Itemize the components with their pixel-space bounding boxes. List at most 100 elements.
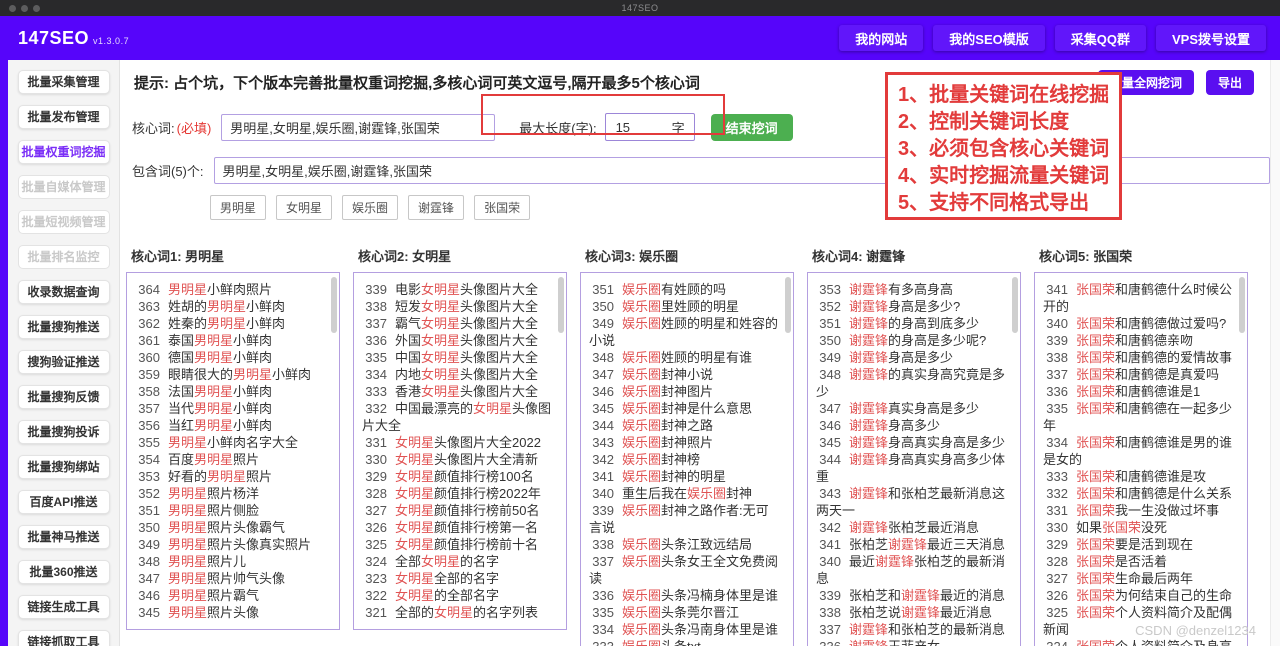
keyword-row: 322 女明星的全部名字 xyxy=(362,587,554,604)
keyword-suffix: 身高真实身高多少体重 xyxy=(816,452,1006,484)
keyword-highlight: 张国荣 xyxy=(1076,554,1116,569)
keyword-suffix: 封神是什么意思 xyxy=(661,401,753,416)
keyword-prefix: 张柏芝说 xyxy=(849,605,902,620)
keyword-highlight: 谢霆锋 xyxy=(849,418,889,433)
column-list-2[interactable]: 351 娱乐圈有姓顾的吗 350 娱乐圈里姓顾的明星 349 娱乐圈姓顾的明星和姓容的小说… xyxy=(580,272,794,646)
keyword-highlight: 男明星 xyxy=(168,282,208,297)
keyword-highlight: 张国荣 xyxy=(1076,571,1116,586)
keyword-row: 339 电影女明星头像图片大全 xyxy=(362,281,554,298)
sidebar-item-1[interactable]: 批量发布管理 xyxy=(17,105,110,129)
list-scrollbar-thumb[interactable] xyxy=(331,277,337,333)
sidebar-item-6[interactable]: 收录数据查询 xyxy=(17,280,110,304)
keyword-row: 342 娱乐圈封神榜 xyxy=(589,451,781,468)
keyword-highlight: 谢霆锋 xyxy=(849,486,889,501)
keyword-suffix: 小鲜肉 xyxy=(233,401,273,416)
keyword-row: 339 张国荣和唐鹤德亲吻 xyxy=(1043,332,1235,349)
keyword-rank: 328 xyxy=(365,486,387,501)
sidebar-item-15[interactable]: 链接生成工具 xyxy=(17,595,110,619)
keyword-tag-4[interactable]: 张国荣 xyxy=(474,195,531,220)
column-list-3[interactable]: 353 谢霆锋有多高身高 352 谢霆锋身高是多少? 351 谢霆锋的身高到底多少 350 谢… xyxy=(807,272,1021,646)
keyword-suffix: 身高多少 xyxy=(888,418,941,433)
keyword-rank: 337 xyxy=(819,622,841,637)
keyword-tag-0[interactable]: 男明星 xyxy=(210,195,267,220)
keyword-rank: 343 xyxy=(819,486,841,501)
keyword-highlight: 张国荣 xyxy=(1076,605,1116,620)
header-nav-item-1[interactable]: 我的SEO模版 xyxy=(933,25,1045,51)
keyword-row: 328 女明星颜值排行榜2022年 xyxy=(362,485,554,502)
keyword-rank: 341 xyxy=(1046,282,1068,297)
window-scrollbar[interactable] xyxy=(1270,60,1280,646)
maxlen-field: 字 xyxy=(604,113,695,141)
keyword-suffix: 照片霸气 xyxy=(207,588,260,603)
keyword-row: 351 男明星照片侧脸 xyxy=(135,502,327,519)
maxlen-unit: 字 xyxy=(671,120,685,136)
column-list-1[interactable]: 339 电影女明星头像图片大全 338 短发女明星头像图片大全 337 霸气女明星头像图片… xyxy=(353,272,567,630)
header-nav-item-0[interactable]: 我的网站 xyxy=(839,25,924,51)
keyword-highlight: 女明星 xyxy=(421,554,461,569)
keyword-suffix: 和张柏芝最新消息这两天一 xyxy=(816,486,1006,518)
keyword-rank: 334 xyxy=(592,622,614,637)
keyword-suffix: 最近三天消息 xyxy=(927,537,1006,552)
column-list-4[interactable]: 341 张国荣和唐鹤德什么时候公开的 340 张国荣和唐鹤德做过爱吗? 339 张国荣和唐… xyxy=(1034,272,1248,646)
keyword-rank: 326 xyxy=(365,520,387,535)
keyword-suffix: 的名字 xyxy=(460,554,500,569)
keyword-suffix: 封神图片 xyxy=(661,384,714,399)
sidebar-item-16[interactable]: 链接抓取工具 xyxy=(17,630,110,646)
header-nav-item-3[interactable]: VPS拨号设置 xyxy=(1155,25,1266,51)
column-header-1: 核心词2: 女明星 xyxy=(358,249,452,264)
sidebar-item-10[interactable]: 批量搜狗投诉 xyxy=(17,420,110,444)
keyword-suffix: 颜值排行榜前50名 xyxy=(434,503,540,518)
sidebar-item-11[interactable]: 批量搜狗绑站 xyxy=(17,455,110,479)
keyword-rank: 336 xyxy=(592,588,614,603)
keyword-highlight: 张国荣 xyxy=(1076,435,1116,450)
core-keyword-input[interactable] xyxy=(221,113,496,141)
sidebar-item-2[interactable]: 批量权重词挖掘 xyxy=(17,140,110,164)
keyword-row: 330 女明星头像图片大全清新 xyxy=(362,451,554,468)
stop-mining-button[interactable]: 结束挖词 xyxy=(710,113,793,141)
keyword-suffix: 小鲜肉 xyxy=(233,333,273,348)
keyword-suffix: 照片头像 xyxy=(207,605,260,620)
keyword-rank: 325 xyxy=(1046,605,1068,620)
keyword-tag-1[interactable]: 女明星 xyxy=(276,195,333,220)
sidebar-item-12[interactable]: 百度API推送 xyxy=(17,490,110,514)
keyword-rank: 348 xyxy=(819,367,841,382)
export-button[interactable]: 导出 xyxy=(1205,70,1254,95)
keyword-row: 341 娱乐圈封神的明星 xyxy=(589,468,781,485)
keyword-highlight: 女明星 xyxy=(434,605,474,620)
keyword-suffix: 生命最后两年 xyxy=(1115,571,1194,586)
keyword-rank: 349 xyxy=(819,350,841,365)
keyword-row: 330 如果张国荣没死 xyxy=(1043,519,1235,536)
keyword-highlight: 张国荣 xyxy=(1076,503,1116,518)
keyword-tag-2[interactable]: 娱乐圈 xyxy=(342,195,399,220)
keyword-suffix: 封神小说 xyxy=(661,367,714,382)
list-scrollbar-thumb[interactable] xyxy=(1239,277,1245,333)
maxlen-input[interactable] xyxy=(605,119,652,135)
sidebar-item-9[interactable]: 批量搜狗反馈 xyxy=(17,385,110,409)
keyword-highlight: 女明星 xyxy=(395,435,435,450)
keyword-rank: 337 xyxy=(1046,367,1068,382)
sidebar-item-7[interactable]: 批量搜狗推送 xyxy=(17,315,110,339)
keyword-prefix: 眼睛很大的 xyxy=(168,367,234,382)
keyword-row: 346 男明星照片霸气 xyxy=(135,587,327,604)
keyword-rank: 338 xyxy=(819,605,841,620)
keyword-rank: 347 xyxy=(819,401,841,416)
keyword-row: 353 好看的男明星照片 xyxy=(135,468,327,485)
keyword-suffix: 头像图片大全 xyxy=(460,299,539,314)
keyword-tag-3[interactable]: 谢霆锋 xyxy=(408,195,465,220)
list-scrollbar-thumb[interactable] xyxy=(558,277,564,333)
keyword-row: 344 娱乐圈封神之路 xyxy=(589,417,781,434)
keyword-row: 352 男明星照片杨洋 xyxy=(135,485,327,502)
column-list-0[interactable]: 364 男明星小鲜肉照片 363 姓胡的男明星小鲜肉 362 姓秦的男明星小鲜肉 361 泰国… xyxy=(126,272,340,630)
keyword-suffix: 封神 xyxy=(726,486,753,501)
keyword-column-0: 核心词1: 男明星 364 男明星小鲜肉照片 363 姓胡的男明星小鲜肉 362 姓秦的男明… xyxy=(126,246,340,646)
sidebar-item-13[interactable]: 批量神马推送 xyxy=(17,525,110,549)
list-scrollbar-thumb[interactable] xyxy=(785,277,791,333)
keyword-row: 347 男明星照片帅气头像 xyxy=(135,570,327,587)
sidebar-item-8[interactable]: 搜狗验证推送 xyxy=(17,350,110,374)
list-scrollbar-thumb[interactable] xyxy=(1012,277,1018,333)
sidebar-item-0[interactable]: 批量采集管理 xyxy=(17,70,110,94)
sidebar-item-14[interactable]: 批量360推送 xyxy=(17,560,110,584)
header-nav-item-2[interactable]: 采集QQ群 xyxy=(1054,25,1146,51)
keyword-rank: 329 xyxy=(365,469,387,484)
keyword-column-1: 核心词2: 女明星 339 电影女明星头像图片大全 338 短发女明星头像图片大全 337… xyxy=(353,246,567,646)
